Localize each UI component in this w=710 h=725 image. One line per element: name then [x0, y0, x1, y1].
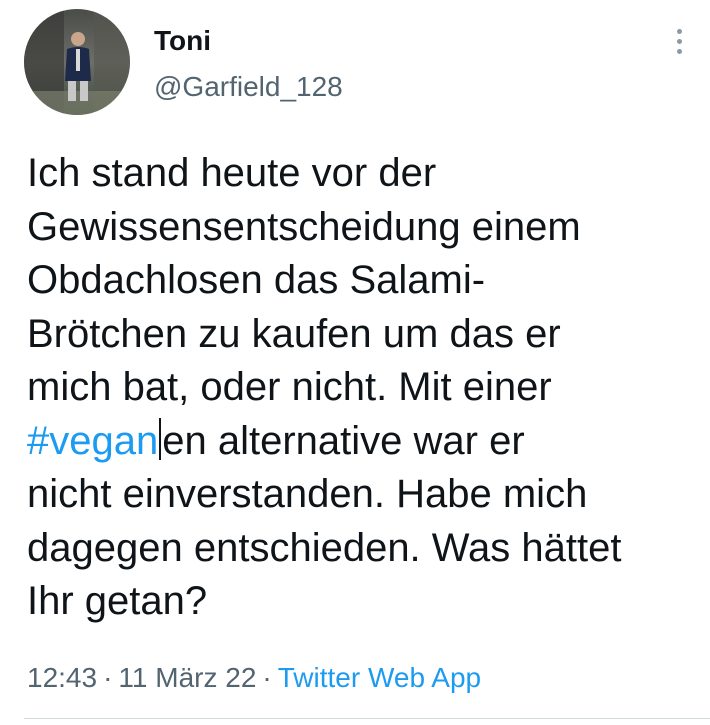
more-vertical-icon	[676, 38, 682, 44]
tweet-date: 11 März 22	[118, 662, 257, 693]
profile-photo-icon	[24, 9, 130, 115]
tweet-text-part-1: Ich stand heute vor der Gewissensentsche…	[27, 151, 581, 409]
divider	[24, 718, 710, 719]
tweet-card: Toni @Garfield_128 Ich stand heute vor d…	[0, 0, 710, 725]
tweet-meta: 12:43 · 11 März 22 · Twitter Web App	[27, 660, 481, 696]
meta-separator: ·	[103, 662, 113, 693]
meta-separator: ·	[262, 662, 272, 693]
tweet-time: 12:43	[27, 662, 98, 693]
more-vertical-icon	[676, 48, 682, 54]
user-handle[interactable]: @Garfield_128	[154, 70, 343, 104]
more-vertical-icon	[676, 28, 682, 34]
text-cursor	[159, 417, 162, 460]
hashtag-link[interactable]: #vegan	[27, 419, 158, 463]
tweet-source-link[interactable]: Twitter Web App	[278, 662, 481, 693]
display-name[interactable]: Toni	[154, 24, 211, 58]
tweet-text: Ich stand heute vor der Gewissensentsche…	[27, 147, 697, 629]
avatar[interactable]	[24, 9, 130, 115]
more-options-button[interactable]	[664, 26, 694, 56]
